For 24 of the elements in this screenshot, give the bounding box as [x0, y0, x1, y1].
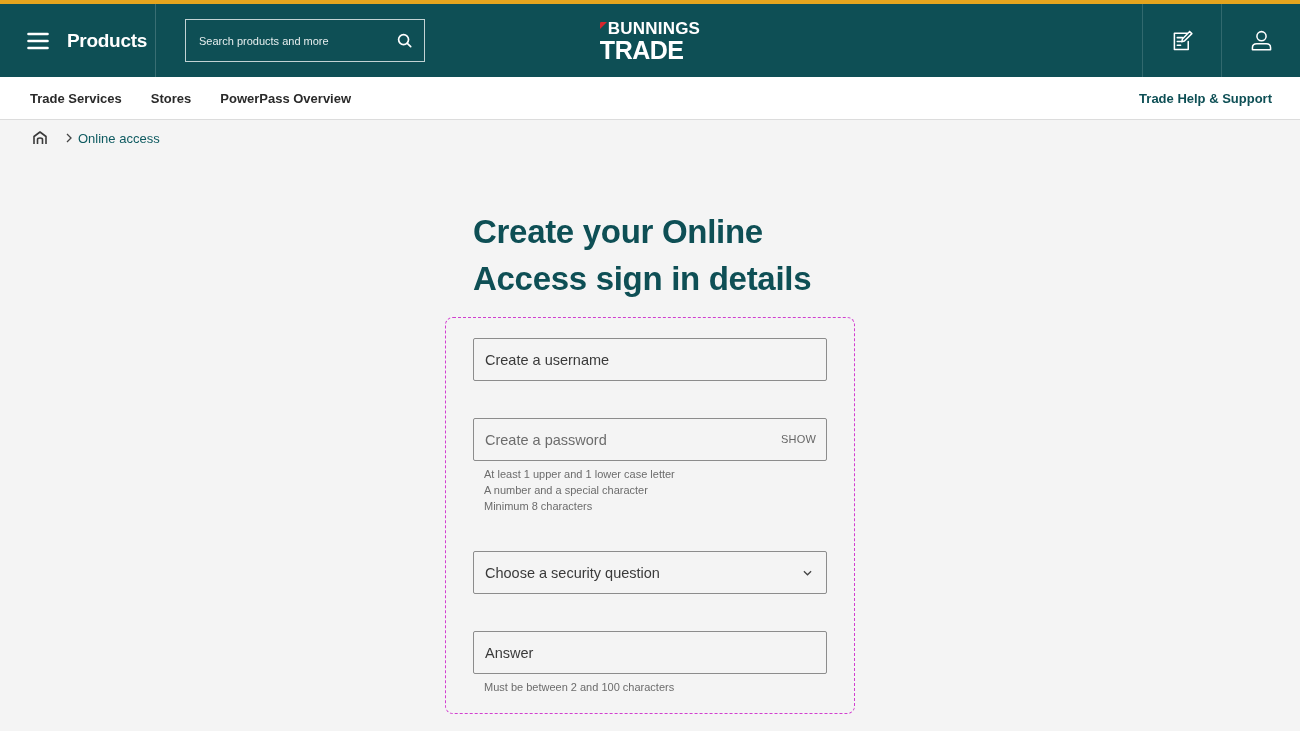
site-logo[interactable]: BUNNINGS TRADE — [597, 4, 703, 77]
logo-mark-icon — [599, 22, 607, 29]
search-icon[interactable] — [397, 33, 412, 48]
user-icon — [1250, 30, 1272, 51]
chevron-right-icon — [66, 133, 72, 143]
nav-link[interactable]: Stores — [150, 90, 192, 106]
hint-text: Minimum 8 characters — [484, 499, 594, 514]
help-support-link[interactable]: Trade Help & Support — [1139, 90, 1272, 106]
hint-text: Must be between 2 and 100 characters — [484, 680, 676, 695]
home-icon[interactable] — [33, 131, 47, 145]
page-title: Create your Online Access sign in details — [473, 212, 813, 299]
breadcrumb-link[interactable]: Online access — [78, 130, 160, 146]
notepad-pencil-icon — [1171, 30, 1193, 51]
text-field[interactable]: Answer — [473, 631, 827, 674]
search-field[interactable]: Search products and more — [185, 19, 425, 62]
menu-icon — [27, 31, 49, 50]
dropdown-select[interactable]: Choose a security question — [473, 551, 827, 594]
show-password-button[interactable]: SHOW — [780, 432, 816, 446]
nav-link[interactable]: PowerPass Overview — [220, 90, 352, 106]
text-field[interactable]: Create a username — [473, 338, 827, 381]
chevron-down-icon — [803, 569, 812, 576]
hint-text: At least 1 upper and 1 lower case letter — [484, 467, 676, 482]
nav-link[interactable]: Trade Services — [30, 90, 122, 106]
hint-text: A number and a special character — [484, 483, 649, 498]
